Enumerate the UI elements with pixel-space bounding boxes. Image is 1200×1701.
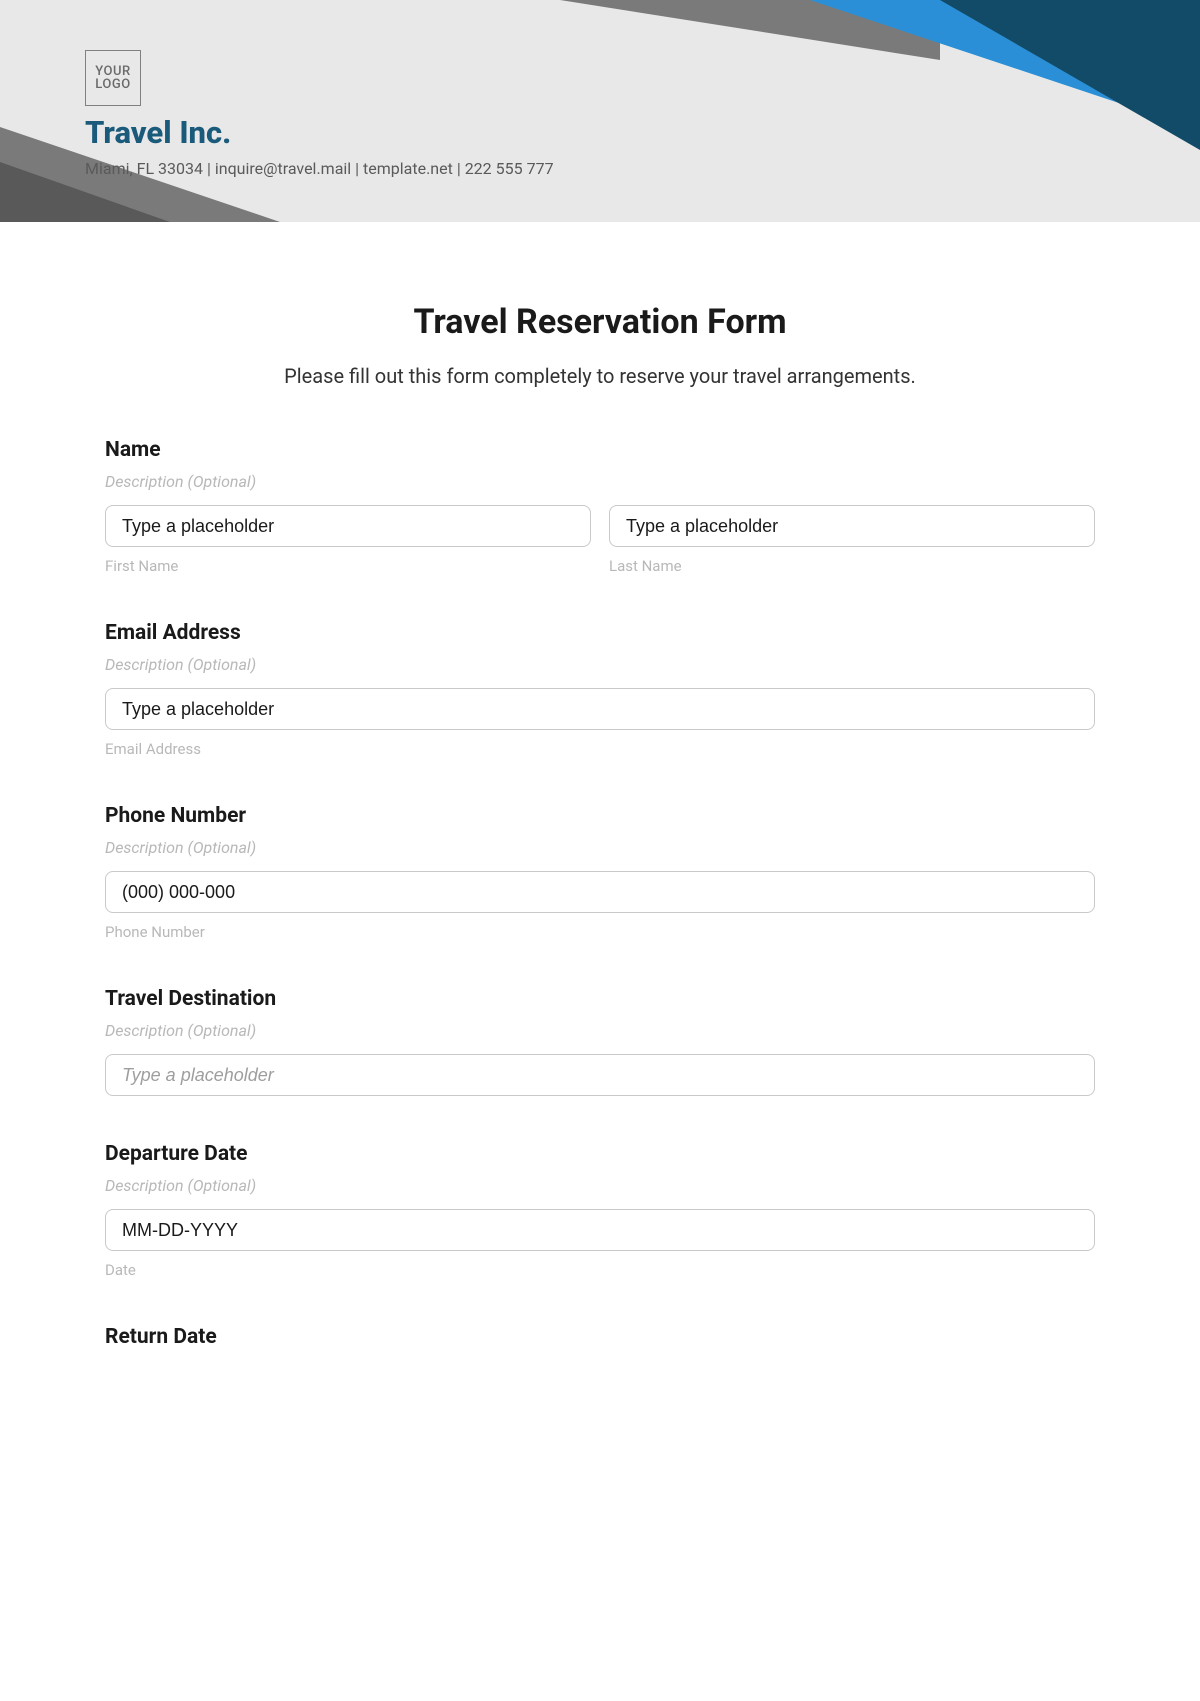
field-phone: Phone Number Description (Optional) Phon…	[105, 804, 1095, 941]
departure-description: Description (Optional)	[105, 1176, 1095, 1195]
form-title: Travel Reservation Form	[105, 302, 1095, 342]
email-description: Description (Optional)	[105, 655, 1095, 674]
email-sublabel: Email Address	[105, 740, 1095, 758]
destination-description: Description (Optional)	[105, 1021, 1095, 1040]
destination-input[interactable]	[105, 1054, 1095, 1096]
first-name-input[interactable]	[105, 505, 591, 547]
destination-label: Travel Destination	[105, 987, 1095, 1011]
last-name-sublabel: Last Name	[609, 557, 1095, 575]
phone-description: Description (Optional)	[105, 838, 1095, 857]
triangle-decoration	[940, 0, 1200, 150]
field-name: Name Description (Optional) First Name L…	[105, 438, 1095, 575]
field-destination: Travel Destination Description (Optional…	[105, 987, 1095, 1096]
page-header: YOUR LOGO Travel Inc. Miami, FL 33034 | …	[0, 0, 1200, 222]
phone-label: Phone Number	[105, 804, 1095, 828]
name-description: Description (Optional)	[105, 472, 1095, 491]
first-name-sublabel: First Name	[105, 557, 591, 575]
company-name: Travel Inc.	[85, 114, 554, 151]
header-content: YOUR LOGO Travel Inc. Miami, FL 33034 | …	[85, 50, 554, 178]
phone-sublabel: Phone Number	[105, 923, 1095, 941]
field-departure: Departure Date Description (Optional) Da…	[105, 1142, 1095, 1279]
field-email: Email Address Description (Optional) Ema…	[105, 621, 1095, 758]
name-label: Name	[105, 438, 1095, 462]
form-subtitle: Please fill out this form completely to …	[105, 364, 1095, 388]
last-name-input[interactable]	[609, 505, 1095, 547]
company-meta: Miami, FL 33034 | inquire@travel.mail | …	[85, 159, 554, 178]
email-label: Email Address	[105, 621, 1095, 645]
form-body: Travel Reservation Form Please fill out …	[0, 222, 1200, 1369]
departure-sublabel: Date	[105, 1261, 1095, 1279]
logo-text-bottom: LOGO	[95, 78, 130, 91]
return-date-label-partial: Return Date	[105, 1325, 1095, 1349]
departure-input[interactable]	[105, 1209, 1095, 1251]
logo-placeholder: YOUR LOGO	[85, 50, 141, 106]
departure-label: Departure Date	[105, 1142, 1095, 1166]
phone-input[interactable]	[105, 871, 1095, 913]
email-input[interactable]	[105, 688, 1095, 730]
